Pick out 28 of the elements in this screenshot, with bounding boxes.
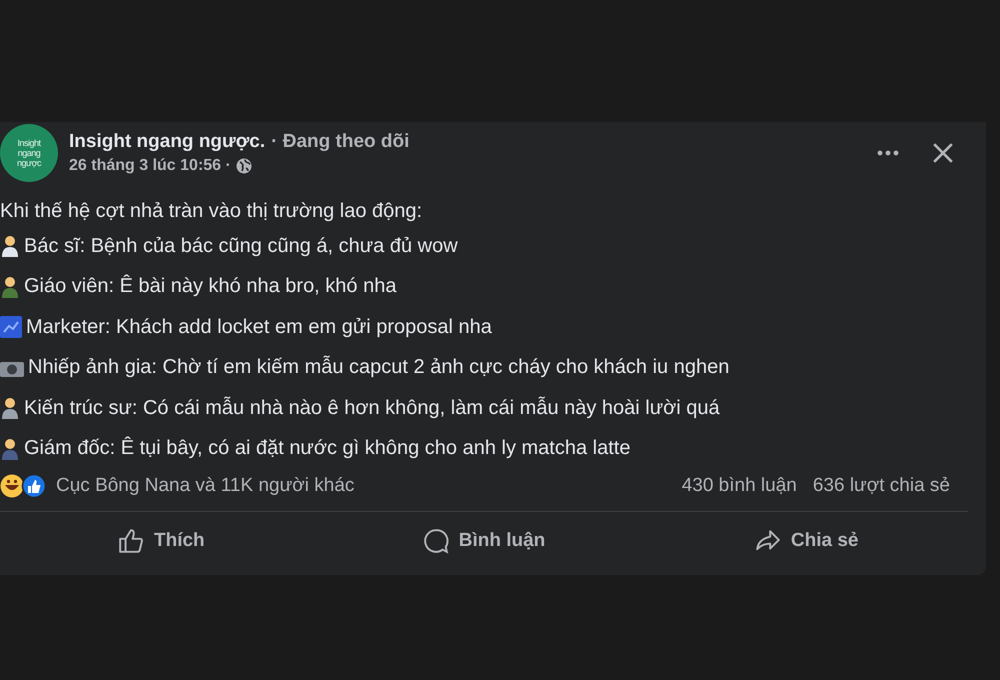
post-time[interactable]: 26 tháng 3 lúc 10:56 · xyxy=(69,157,231,175)
close-icon xyxy=(932,142,954,164)
post-text: Giáo viên: Ê bài này khó nha bro, khó nha xyxy=(24,275,396,298)
post-text: Bác sĩ: Bệnh của bác cũng cũng á, chưa đủ wow xyxy=(24,234,458,258)
thumbs-up-icon xyxy=(118,528,144,554)
reaction-icons[interactable] xyxy=(0,474,46,498)
globe-icon xyxy=(236,158,252,174)
person-icon xyxy=(0,276,20,298)
more-icon xyxy=(876,149,900,157)
page-avatar[interactable]: Insight ngang ngược xyxy=(0,124,58,182)
person-icon xyxy=(0,397,20,420)
follow-status[interactable]: · Đang theo dõi xyxy=(271,131,410,153)
chart-icon xyxy=(0,316,22,338)
reactions-count[interactable]: Cục Bông Nana và 11K người khác xyxy=(56,475,354,497)
post-text: Kiến trúc sư: Có cái mẫu nhà nào ê hơn không, làm cái mẫu này hoài lười quá xyxy=(24,396,720,420)
share-button[interactable]: Chia sẻ xyxy=(645,512,968,570)
shares-count[interactable]: 636 lượt chia sẻ xyxy=(812,475,950,497)
comments-count[interactable]: 430 bình luận xyxy=(682,475,797,497)
person-icon xyxy=(0,235,20,258)
post-text: Marketer: Khách add locket em em gửi proposal nha xyxy=(26,316,492,339)
post-text: Nhiếp ảnh gia: Chờ tí em kiếm mẫu capcut 2 ảnh cực cháy cho khách iu nghen xyxy=(28,356,730,380)
post-text: Giám đốc: Ê tụi bây, có ai đặt nước gì không cho anh ly matcha latte xyxy=(24,437,630,460)
speech-bubble-icon xyxy=(422,528,449,554)
page-name[interactable]: Insight ngang ngược. xyxy=(69,131,266,153)
like-button[interactable]: Thích xyxy=(0,512,323,570)
post-text: Khi thế hệ cợt nhả tràn vào thị trường lao động: xyxy=(0,198,424,224)
comment-button[interactable]: Bình luận xyxy=(322,512,646,570)
person-icon xyxy=(0,438,20,460)
